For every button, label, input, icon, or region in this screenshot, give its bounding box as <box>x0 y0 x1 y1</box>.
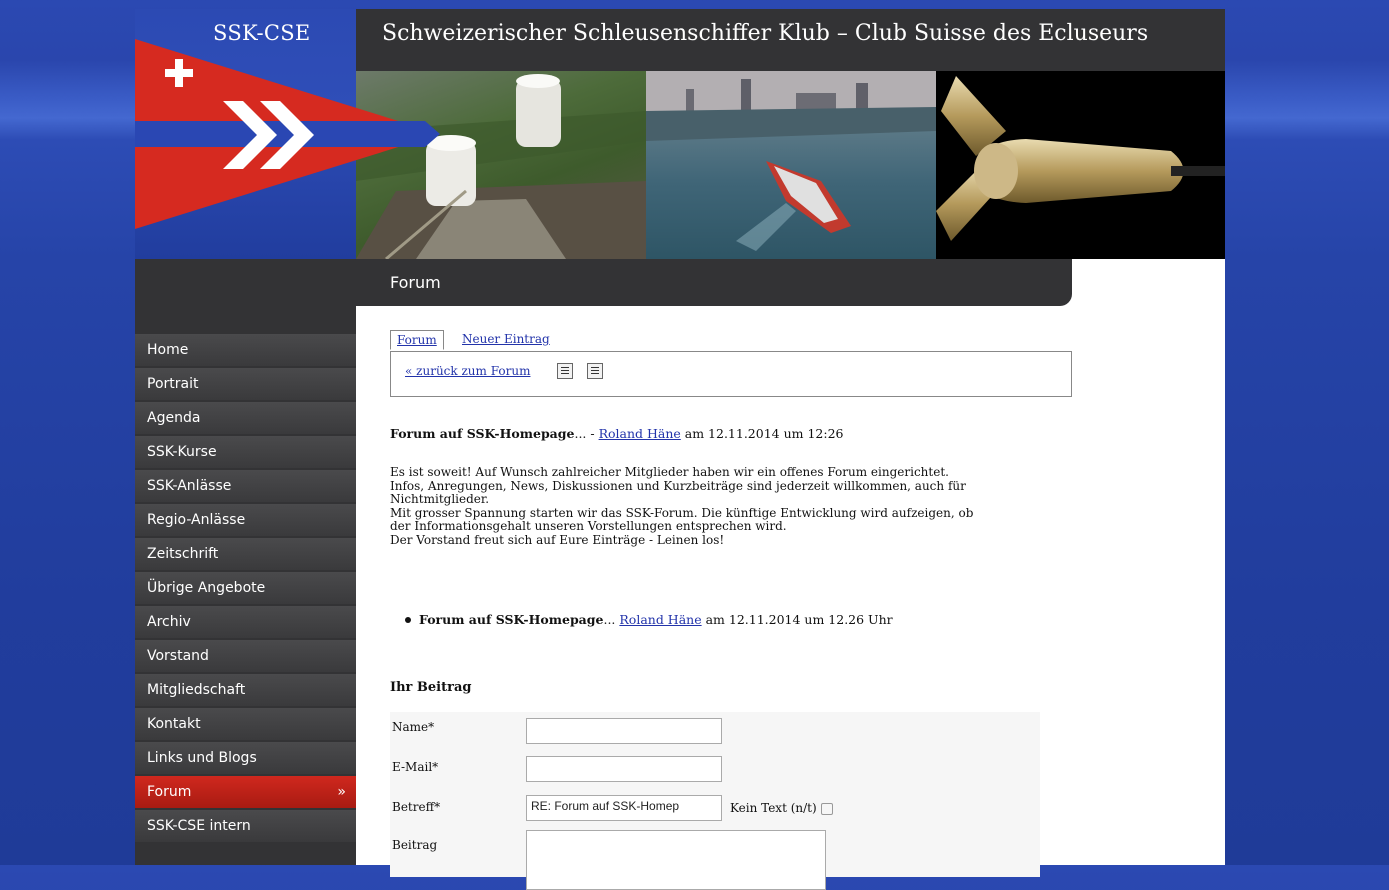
post-title-suffix: ... - <box>574 426 599 441</box>
main-navigation: Home Portrait Agenda SSK-Kurse SSK-Anläs… <box>135 334 356 844</box>
nav-item-zeitschrift[interactable]: Zeitschrift <box>135 538 356 570</box>
nav-item-label: Portrait <box>147 376 199 392</box>
nav-item-agenda[interactable]: Agenda <box>135 402 356 434</box>
post-header: Forum auf SSK-Homepage... - Roland Häne … <box>390 426 844 441</box>
post-body-line: Mit grosser Spannung starten wir das SSK… <box>390 505 974 520</box>
nav-item-label: Regio-Anlässe <box>147 512 246 528</box>
nav-item-label: Home <box>147 342 189 358</box>
nav-item-label: Kontakt <box>147 716 201 732</box>
post-body-line: der Informationsgehalt unseren Vorstellu… <box>390 519 787 533</box>
photo-bollards <box>356 71 646 259</box>
propeller-illustration <box>936 76 1225 241</box>
nav-item-label: Zeitschrift <box>147 546 219 562</box>
nav-item-label: Archiv <box>147 614 191 630</box>
reply-heading: Ihr Beitrag <box>390 680 472 695</box>
section-header-bar: Forum <box>356 259 1072 306</box>
subject-label: Betreff* <box>392 800 441 814</box>
nav-item-portrait[interactable]: Portrait <box>135 368 356 400</box>
flat-view-icon[interactable] <box>587 363 603 379</box>
nav-item-label: Forum <box>147 784 192 800</box>
thread-list: Forum auf SSK-Homepage... Roland Häne am… <box>390 612 893 627</box>
no-text-option: Kein Text (n/t) <box>730 801 833 815</box>
nav-item-links-und-blogs[interactable]: Links und Blogs <box>135 742 356 774</box>
photo-propeller <box>936 71 1225 259</box>
header-banner <box>356 71 1225 259</box>
post-body-line: Es ist soweit! Auf Wunsch zahlreicher Mi… <box>390 465 949 479</box>
nav-item-label: Mitgliedschaft <box>147 682 246 698</box>
thread-meta: am 12.11.2014 um 12.26 Uhr <box>701 612 893 627</box>
logo-text: SSK-CSE <box>213 21 311 45</box>
post-body-line: Nichtmitglieder. <box>390 492 490 506</box>
thread-author-link[interactable]: Roland Häne <box>619 612 701 627</box>
header-bar: Schweizerischer Schleusenschiffer Klub –… <box>356 9 1225 71</box>
page: SSK-CSE Home Portrait Agenda SSK-Kurse S… <box>135 9 1225 890</box>
bollards-illustration <box>356 74 646 259</box>
thread-item-suffix: ... <box>603 612 620 627</box>
post-body: Es ist soweit! Auf Wunsch zahlreicher Mi… <box>390 465 1060 547</box>
tab-forum[interactable]: Forum <box>390 330 444 350</box>
nav-item-ssk-cse-intern[interactable]: SSK-CSE intern <box>135 810 356 842</box>
nav-item-kontakt[interactable]: Kontakt <box>135 708 356 740</box>
nav-item-regio-anlaesse[interactable]: Regio-Anlässe <box>135 504 356 536</box>
nav-item-uebrige-angebote[interactable]: Übrige Angebote <box>135 572 356 604</box>
no-text-label: Kein Text (n/t) <box>730 801 817 815</box>
name-input[interactable] <box>526 718 722 744</box>
logo-area[interactable]: SSK-CSE <box>135 9 356 259</box>
reply-form: Name* E-Mail* Betreff* RE: Forum auf SSK… <box>390 712 1040 890</box>
threaded-view-icon[interactable] <box>557 363 573 379</box>
section-title: Forum <box>390 273 441 292</box>
site-title: Schweizerischer Schleusenschiffer Klub –… <box>382 21 1149 46</box>
photo-river-boat <box>646 71 936 259</box>
email-input[interactable] <box>526 756 722 782</box>
nav-item-vorstand[interactable]: Vorstand <box>135 640 356 672</box>
tab-new-entry[interactable]: Neuer Eintrag <box>462 332 550 346</box>
nav-item-archiv[interactable]: Archiv <box>135 606 356 638</box>
left-column: SSK-CSE Home Portrait Agenda SSK-Kurse S… <box>135 9 356 865</box>
nav-item-ssk-kurse[interactable]: SSK-Kurse <box>135 436 356 468</box>
name-label: Name* <box>392 720 435 734</box>
post-title: Forum auf SSK-Homepage <box>390 426 575 441</box>
forum-tabs: Forum Neuer Eintrag « zurück zum Forum <box>390 327 1072 397</box>
post-author-link[interactable]: Roland Häne <box>599 426 681 441</box>
nav-item-label: Links und Blogs <box>147 750 257 766</box>
nav-item-label: Übrige Angebote <box>147 580 266 596</box>
back-to-forum-link[interactable]: « zurück zum Forum <box>405 364 530 378</box>
nav-item-label: Agenda <box>147 410 201 426</box>
nav-item-label: Vorstand <box>147 648 209 664</box>
nav-item-ssk-anlaesse[interactable]: SSK-Anlässe <box>135 470 356 502</box>
bullet-icon <box>405 616 411 623</box>
tab-panel: « zurück zum Forum <box>390 351 1072 397</box>
nav-item-mitgliedschaft[interactable]: Mitgliedschaft <box>135 674 356 706</box>
thread-item-title: Forum auf SSK-Homepage <box>419 612 604 627</box>
nav-item-home[interactable]: Home <box>135 334 356 366</box>
no-text-checkbox[interactable] <box>820 802 833 815</box>
nav-item-label: SSK-CSE intern <box>147 818 251 834</box>
post-meta: am 12.11.2014 um 12:26 <box>680 426 844 441</box>
post-body-line: Infos, Anregungen, News, Diskussionen un… <box>390 478 966 493</box>
email-label: E-Mail* <box>392 760 439 774</box>
post-body-line: Der Vorstand freut sich auf Eure Einträg… <box>390 532 725 547</box>
nav-item-label: SSK-Anlässe <box>147 478 232 494</box>
double-chevron-right-icon: » <box>337 784 346 800</box>
body-label: Beitrag <box>392 838 438 852</box>
body-textarea[interactable] <box>526 830 826 890</box>
nav-item-forum[interactable]: Forum » <box>135 776 356 808</box>
river-boat-illustration <box>646 71 936 251</box>
subject-input[interactable]: RE: Forum auf SSK-Homep <box>526 795 722 821</box>
nav-item-label: SSK-Kurse <box>147 444 217 460</box>
content-area: Forum Neuer Eintrag « zurück zum Forum F… <box>390 327 1080 890</box>
